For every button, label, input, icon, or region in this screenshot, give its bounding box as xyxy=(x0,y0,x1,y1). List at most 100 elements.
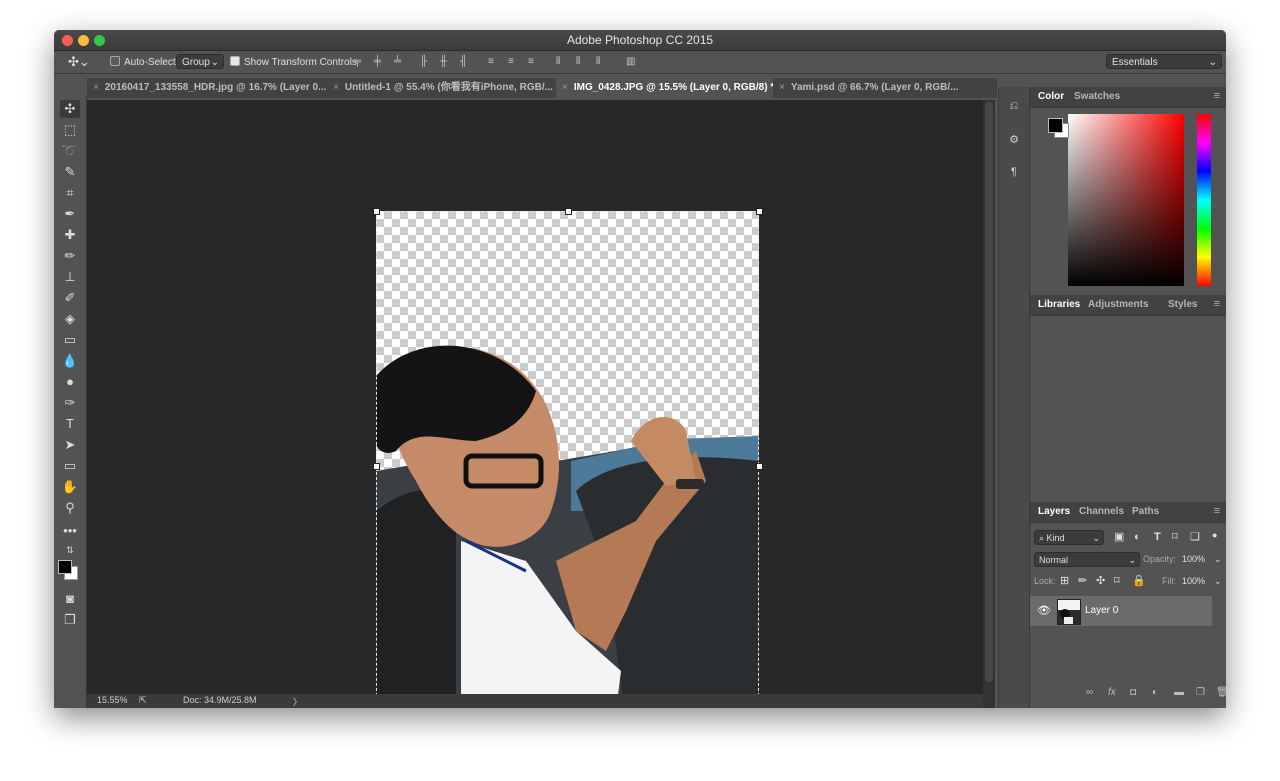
layer-row[interactable]: 👁 Layer 0 xyxy=(1030,596,1212,626)
align-right-icon[interactable]: ╢ xyxy=(460,57,471,67)
eyedropper-tool-icon[interactable]: ✒ xyxy=(60,205,80,223)
blur-tool-icon[interactable]: 💧 xyxy=(60,352,80,370)
type-tool-icon[interactable]: T xyxy=(60,415,80,433)
align-vcenter-icon[interactable]: ╪ xyxy=(374,57,385,67)
crop-tool-icon[interactable]: ⌗ xyxy=(60,184,80,202)
lock-transparent-icon[interactable]: ⊞ xyxy=(1060,574,1069,589)
dodge-tool-icon[interactable]: ● xyxy=(60,373,80,391)
swap-colors-icon[interactable]: ⇅ xyxy=(60,541,80,559)
transform-handle[interactable] xyxy=(373,208,380,215)
quick-mask-icon[interactable]: ◙ xyxy=(60,590,80,608)
align-hcenter-icon[interactable]: ╫ xyxy=(440,57,451,67)
lock-all-icon[interactable]: 🔒 xyxy=(1132,574,1146,589)
tab-libraries[interactable]: Libraries xyxy=(1038,299,1080,310)
scrollbar-thumb[interactable] xyxy=(985,102,993,682)
tab-paths[interactable]: Paths xyxy=(1132,506,1159,517)
status-menu-arrow-icon[interactable]: 〉 xyxy=(293,695,302,708)
lock-artboard-icon[interactable]: ⌑ xyxy=(1114,574,1120,589)
transform-handle[interactable] xyxy=(565,208,572,215)
lasso-tool-icon[interactable]: ➰ xyxy=(60,142,80,160)
tab-channels[interactable]: Channels xyxy=(1079,506,1124,517)
hue-slider[interactable] xyxy=(1197,114,1211,286)
quick-selection-tool-icon[interactable]: ✎ xyxy=(60,163,80,181)
move-tool-preset-icon[interactable]: ✣⌄ xyxy=(68,54,90,70)
show-transform-checkbox[interactable]: Show Transform Controls xyxy=(230,56,357,68)
screen-mode-icon[interactable]: ❐ xyxy=(60,611,80,629)
fill-value[interactable]: 100% xyxy=(1182,574,1205,589)
auto-align-icon[interactable]: ▥ xyxy=(626,57,637,67)
tab-doc-4[interactable]: × Yami.psd @ 66.7% (Layer 0, RGB/... xyxy=(773,78,963,98)
align-left-icon[interactable]: ╟ xyxy=(420,57,431,67)
clone-stamp-tool-icon[interactable]: ⊥ xyxy=(60,268,80,286)
distribute-hcenter-icon[interactable]: ⫴ xyxy=(576,57,587,67)
zoom-tool-icon[interactable]: ⚲ xyxy=(60,499,80,517)
zoom-level[interactable]: 15.55% xyxy=(97,695,128,705)
auto-select-dropdown[interactable]: Group ⌄ xyxy=(176,54,224,69)
character-icon[interactable]: ¶ xyxy=(1005,163,1023,181)
history-icon[interactable]: ⎌ xyxy=(1005,97,1023,115)
distribute-right-icon[interactable]: ⫴ xyxy=(596,57,607,67)
panel-menu-icon[interactable]: ≡ xyxy=(1214,298,1220,310)
pen-tool-icon[interactable]: ✑ xyxy=(60,394,80,412)
tab-doc-1[interactable]: × 20160417_133558_HDR.jpg @ 16.7% (Layer … xyxy=(87,78,327,98)
history-brush-tool-icon[interactable]: ✐ xyxy=(60,289,80,307)
blend-mode-dropdown[interactable]: Normal ⌄ xyxy=(1034,552,1140,567)
move-tool-icon[interactable]: ✣ xyxy=(60,100,80,118)
distribute-bottom-icon[interactable]: ≡ xyxy=(528,57,539,67)
transform-bounding-box[interactable] xyxy=(376,211,759,708)
align-top-icon[interactable]: ╤ xyxy=(354,57,365,67)
close-tab-icon[interactable]: × xyxy=(93,82,99,93)
lock-position-icon[interactable]: ✣ xyxy=(1096,574,1105,589)
properties-icon[interactable]: ⚙ xyxy=(1005,131,1023,149)
tab-doc-3[interactable]: × IMG_0428.JPG @ 15.5% (Layer 0, RGB/8) * xyxy=(556,78,773,98)
new-adjustment-layer-icon[interactable]: ◐ xyxy=(1152,687,1158,698)
foreground-color[interactable] xyxy=(1048,118,1063,133)
gradient-tool-icon[interactable]: ▭ xyxy=(60,331,80,349)
filter-pixel-icon[interactable]: ▣ xyxy=(1114,530,1124,545)
transform-handle[interactable] xyxy=(373,463,380,470)
hand-tool-icon[interactable]: ✋ xyxy=(60,478,80,496)
lock-image-icon[interactable]: ✏ xyxy=(1078,574,1087,589)
add-mask-icon[interactable]: ◘ xyxy=(1130,687,1136,698)
tab-layers[interactable]: Layers xyxy=(1038,506,1070,517)
distribute-vcenter-icon[interactable]: ≡ xyxy=(508,57,519,67)
layer-style-icon[interactable]: fx xyxy=(1108,687,1116,698)
filter-toggle-icon[interactable]: ● xyxy=(1212,528,1217,543)
foreground-color-swatch[interactable] xyxy=(58,560,72,574)
eraser-tool-icon[interactable]: ◈ xyxy=(60,310,80,328)
new-group-icon[interactable]: ▬ xyxy=(1174,687,1184,698)
auto-select-checkbox[interactable]: Auto-Select: xyxy=(110,56,178,68)
rectangle-tool-icon[interactable]: ▭ xyxy=(60,457,80,475)
chevron-down-icon[interactable]: ⌄ xyxy=(1214,552,1222,567)
filter-smart-object-icon[interactable]: ❏ xyxy=(1190,530,1200,545)
delete-layer-icon[interactable]: 🗑 xyxy=(1216,687,1226,698)
tab-adjustments[interactable]: Adjustments xyxy=(1088,299,1149,310)
path-selection-tool-icon[interactable]: ➤ xyxy=(60,436,80,454)
tab-styles[interactable]: Styles xyxy=(1168,299,1197,310)
close-tab-icon[interactable]: × xyxy=(779,82,785,93)
tab-swatches[interactable]: Swatches xyxy=(1074,91,1120,102)
transform-handle[interactable] xyxy=(756,208,763,215)
workspace-dropdown[interactable]: Essentials ⌄ xyxy=(1106,54,1222,69)
layer-name[interactable]: Layer 0 xyxy=(1085,605,1118,616)
layer-filter-dropdown[interactable]: ⌕ Kind ⌄ xyxy=(1034,530,1104,545)
distribute-left-icon[interactable]: ⫴ xyxy=(556,57,567,67)
new-layer-icon[interactable]: ❐ xyxy=(1196,687,1205,698)
tab-color[interactable]: Color xyxy=(1038,91,1064,102)
canvas-area[interactable] xyxy=(87,100,983,708)
marquee-tool-icon[interactable]: ⬚ xyxy=(60,121,80,139)
filter-shape-icon[interactable]: ⌑ xyxy=(1172,530,1178,545)
color-picker-field[interactable] xyxy=(1068,114,1184,286)
transform-handle[interactable] xyxy=(756,463,763,470)
panel-menu-icon[interactable]: ≡ xyxy=(1214,505,1220,517)
distribute-top-icon[interactable]: ≡ xyxy=(488,57,499,67)
tab-doc-2[interactable]: × Untitled-1 @ 55.4% (你看我有iPhone, RGB/... xyxy=(327,78,555,98)
filter-type-icon[interactable]: T xyxy=(1154,530,1161,545)
link-layers-icon[interactable]: ∞ xyxy=(1086,687,1093,698)
filter-adjustment-icon[interactable]: ◐ xyxy=(1134,530,1141,545)
panel-menu-icon[interactable]: ≡ xyxy=(1214,90,1220,102)
export-icon[interactable]: ⇱ xyxy=(139,695,147,706)
canvas-scrollbar[interactable] xyxy=(983,100,995,708)
more-tools-icon[interactable]: ••• xyxy=(60,522,80,540)
eye-icon[interactable]: 👁 xyxy=(1037,604,1051,617)
